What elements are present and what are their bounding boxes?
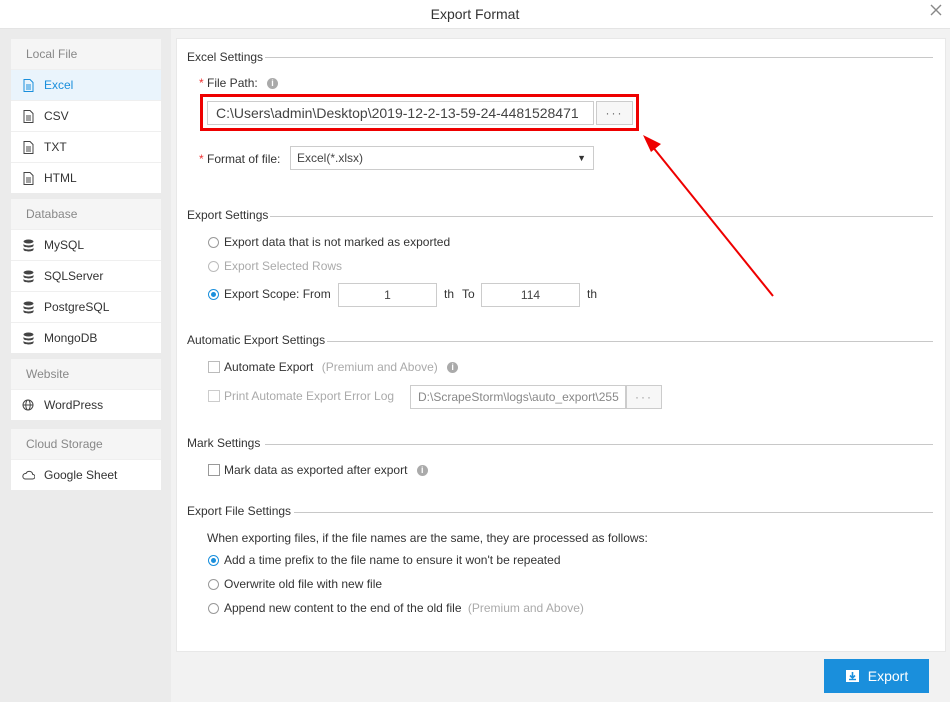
export-button-label: Export xyxy=(867,668,909,684)
download-icon xyxy=(845,669,860,683)
annotation-arrow xyxy=(643,135,774,297)
export-button[interactable]: Export xyxy=(824,659,929,693)
